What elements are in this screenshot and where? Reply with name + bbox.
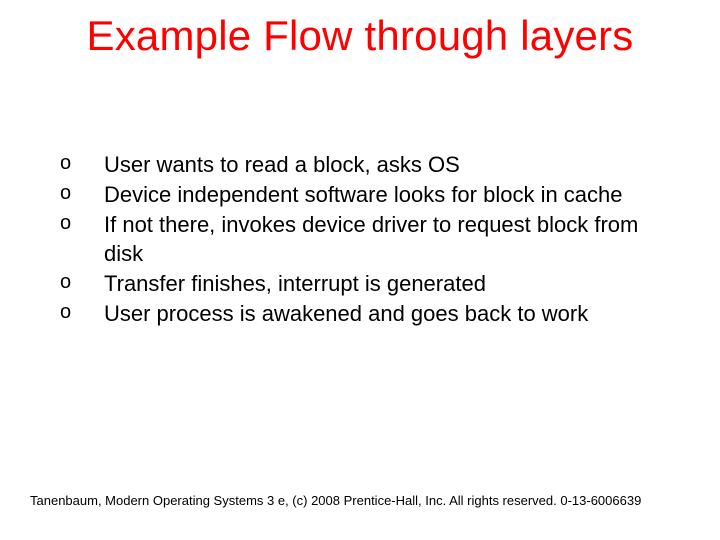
list-item-text: Device independent software looks for bl… xyxy=(104,180,680,209)
bullet-marker: o xyxy=(60,299,104,325)
bullet-marker: o xyxy=(60,180,104,206)
list-item: o User process is awakened and goes back… xyxy=(60,299,680,328)
footer-citation: Tanenbaum, Modern Operating Systems 3 e,… xyxy=(30,493,641,508)
bullet-marker: o xyxy=(60,210,104,236)
list-item: o User wants to read a block, asks OS xyxy=(60,150,680,179)
list-item-text: If not there, invokes device driver to r… xyxy=(104,210,680,268)
slide: Example Flow through layers o User wants… xyxy=(0,0,720,540)
list-item-text: User wants to read a block, asks OS xyxy=(104,150,680,179)
slide-title: Example Flow through layers xyxy=(0,12,720,60)
list-item: o Transfer finishes, interrupt is genera… xyxy=(60,269,680,298)
list-item: o Device independent software looks for … xyxy=(60,180,680,209)
list-item-text: Transfer finishes, interrupt is generate… xyxy=(104,269,680,298)
list-item: o If not there, invokes device driver to… xyxy=(60,210,680,268)
list-item-text: User process is awakened and goes back t… xyxy=(104,299,680,328)
bullet-list: o User wants to read a block, asks OS o … xyxy=(60,150,680,329)
bullet-marker: o xyxy=(60,269,104,295)
bullet-marker: o xyxy=(60,150,104,176)
